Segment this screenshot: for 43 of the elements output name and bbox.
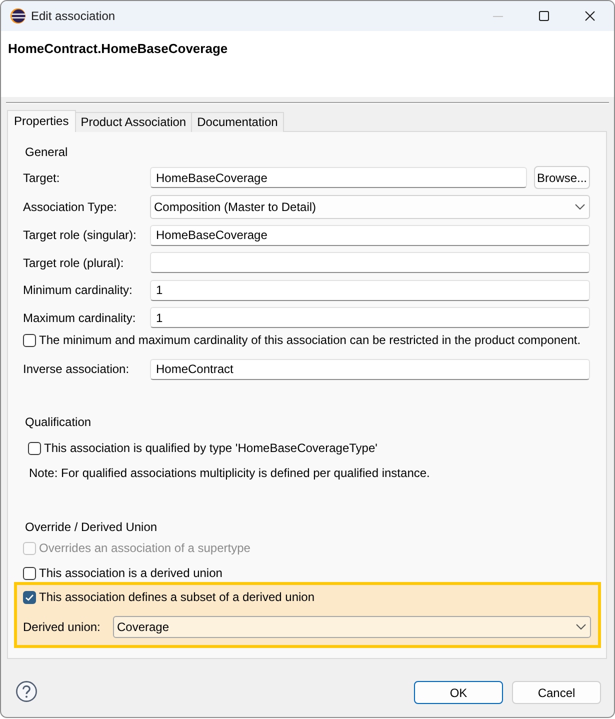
checkbox[interactable] <box>23 334 36 346</box>
field-label: Target role (plural): <box>23 256 124 270</box>
help-icon[interactable] <box>16 681 37 702</box>
text-field[interactable]: HomeBaseCoverage <box>150 167 527 188</box>
text-field[interactable] <box>150 252 590 274</box>
checkbox-label[interactable]: The minimum and maximum cardinality of this association can be restricted in the product component. <box>39 333 581 347</box>
text-field[interactable]: 1 <box>150 307 590 328</box>
tab[interactable]: Properties <box>7 110 76 132</box>
dialog-button[interactable]: OK <box>414 681 503 704</box>
note-text: Note: For qualified associations multiplicity is defined per qualified instance. <box>29 465 430 481</box>
field-label: Derived union: <box>23 620 100 634</box>
checkbox[interactable] <box>23 566 36 580</box>
group-heading: Override / Derived Union <box>25 519 158 535</box>
chevron-down-icon[interactable] <box>575 204 585 210</box>
text-field[interactable]: HomeBaseCoverage <box>150 224 590 246</box>
checkbox[interactable] <box>23 590 36 604</box>
field-label: Target: <box>23 170 60 185</box>
tab[interactable]: Product Association <box>74 112 192 132</box>
striped-sphere-icon <box>10 8 26 24</box>
field-label: Minimum cardinality: <box>23 283 132 298</box>
group-heading: Qualification <box>25 414 92 430</box>
dropdown[interactable]: Composition (Master to Detail) <box>150 194 590 218</box>
dropdown[interactable]: Coverage <box>113 616 591 638</box>
checkbox-label[interactable]: This association is qualified by type 'HomeBaseCoverageType' <box>44 441 378 455</box>
checkbox-label: Overrides an association of a supertype <box>39 541 250 555</box>
text-field[interactable]: HomeContract <box>150 358 590 380</box>
dialog-button[interactable]: Cancel <box>512 681 601 704</box>
chevron-down-icon[interactable] <box>576 624 586 630</box>
field-label: Association Type: <box>23 200 117 214</box>
checkbox-label[interactable]: This association defines a subset of a derived union <box>39 590 315 604</box>
field-label: Target role (singular): <box>23 228 136 242</box>
field-label: Inverse association: <box>23 362 130 376</box>
maximize-icon[interactable] <box>539 11 549 21</box>
browse-button[interactable]: Browse... <box>534 166 590 190</box>
window-title: Edit association <box>31 9 116 23</box>
close-icon[interactable] <box>585 11 595 21</box>
checkbox-label[interactable]: This association is a derived union <box>39 566 222 580</box>
text-field[interactable]: 1 <box>150 280 590 301</box>
tab[interactable]: Documentation <box>191 112 284 132</box>
checkbox[interactable] <box>28 442 41 454</box>
group-heading: General <box>25 144 68 160</box>
dialog-heading: HomeContract.HomeBaseCoverage <box>8 41 228 57</box>
field-label: Maximum cardinality: <box>23 310 136 325</box>
